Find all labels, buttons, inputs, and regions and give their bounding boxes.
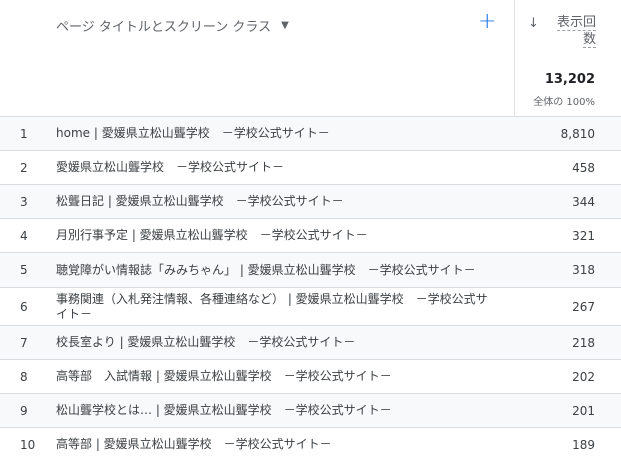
table-row[interactable]: 7 校長室より | 愛媛県立松山聾学校 －学校公式サイト－ 218 — [0, 325, 621, 359]
column-divider — [514, 0, 515, 116]
table-row[interactable]: 10 高等部 | 愛媛県立松山聾学校 －学校公式サイト－ 189 — [0, 427, 621, 461]
row-view-count: 318 — [572, 263, 595, 277]
row-page-title[interactable]: 愛媛県立松山聾学校 －学校公式サイト－ — [56, 160, 494, 175]
table-row[interactable]: 3 松聾日記 | 愛媛県立松山聾学校 －学校公式サイト－ 344 — [0, 184, 621, 218]
row-view-count: 267 — [572, 299, 595, 314]
row-index: 6 — [20, 299, 28, 314]
row-page-title[interactable]: home | 愛媛県立松山聾学校 －学校公式サイト－ — [56, 126, 494, 141]
row-page-title[interactable]: 月別行事予定 | 愛媛県立松山聾学校 －学校公式サイト－ — [56, 228, 494, 243]
row-page-title[interactable]: 高等部 入試情報 | 愛媛県立松山聾学校 －学校公式サイト－ — [56, 369, 494, 384]
row-index: 8 — [20, 369, 28, 384]
row-page-title[interactable]: 事務関連（入札発注情報、各種連絡など） | 愛媛県立松山聾学校 －学校公式サイト… — [56, 292, 494, 322]
table-body: 1 home | 愛媛県立松山聾学校 －学校公式サイト－ 8,810 2 愛媛県立松山聾… — [0, 116, 621, 461]
row-index: 9 — [20, 403, 28, 418]
row-index: 5 — [20, 263, 28, 277]
table-header: ページ タイトルとスクリーン クラス ▼ + ↓ 表示回 数 13,202 全体… — [0, 0, 621, 116]
metric-label: 表示回 数 — [552, 14, 596, 48]
row-index: 2 — [20, 160, 28, 175]
row-index: 4 — [20, 228, 28, 243]
row-view-count: 201 — [572, 403, 595, 418]
metric-total: 13,202 — [544, 72, 595, 87]
metric-label-line2: 数 — [582, 32, 596, 48]
metric-column-header[interactable]: ↓ 表示回 数 — [526, 14, 596, 54]
row-index: 3 — [20, 194, 28, 209]
row-view-count: 8,810 — [560, 126, 595, 141]
table-row[interactable]: 2 愛媛県立松山聾学校 －学校公式サイト－ 458 — [0, 150, 621, 184]
row-page-title[interactable]: 松山聾学校とは… | 愛媛県立松山聾学校 －学校公式サイト－ — [56, 403, 494, 418]
row-index: 10 — [20, 437, 36, 452]
row-view-count: 218 — [572, 335, 595, 350]
table-row[interactable]: 6 事務関連（入札発注情報、各種連絡など） | 愛媛県立松山聾学校 －学校公式サイ… — [0, 287, 621, 325]
metric-label-line1: 表示回 — [556, 15, 596, 31]
row-index: 1 — [20, 126, 28, 141]
plus-icon[interactable]: + — [478, 10, 496, 34]
dimension-label: ページ タイトルとスクリーン クラス — [56, 20, 272, 35]
row-view-count: 202 — [572, 369, 595, 384]
report-table: ページ タイトルとスクリーン クラス ▼ + ↓ 表示回 数 13,202 全体… — [0, 0, 621, 454]
row-view-count: 458 — [572, 160, 595, 175]
metric-total-percent: 全体の 100% — [533, 97, 595, 108]
row-view-count: 321 — [572, 228, 595, 243]
table-row[interactable]: 5 聴覚障がい情報誌「みみちゃん」 | 愛媛県立松山聾学校 －学校公式サイト－ 31… — [0, 252, 621, 287]
arrow-down-icon[interactable]: ↓ — [528, 16, 539, 31]
row-page-title[interactable]: 聴覚障がい情報誌「みみちゃん」 | 愛媛県立松山聾学校 －学校公式サイト－ — [56, 263, 494, 278]
caret-down-icon: ▼ — [281, 20, 289, 31]
table-row[interactable]: 4 月別行事予定 | 愛媛県立松山聾学校 －学校公式サイト－ 321 — [0, 218, 621, 252]
row-page-title[interactable]: 高等部 | 愛媛県立松山聾学校 －学校公式サイト－ — [56, 437, 494, 452]
row-index: 7 — [20, 335, 28, 350]
dimension-selector[interactable]: ページ タイトルとスクリーン クラス ▼ — [56, 16, 289, 35]
row-view-count: 189 — [572, 437, 595, 452]
row-page-title[interactable]: 校長室より | 愛媛県立松山聾学校 －学校公式サイト－ — [56, 335, 494, 350]
table-row[interactable]: 1 home | 愛媛県立松山聾学校 －学校公式サイト－ 8,810 — [0, 116, 621, 150]
row-view-count: 344 — [572, 194, 595, 209]
row-page-title[interactable]: 松聾日記 | 愛媛県立松山聾学校 －学校公式サイト－ — [56, 194, 494, 209]
table-row[interactable]: 9 松山聾学校とは… | 愛媛県立松山聾学校 －学校公式サイト－ 201 — [0, 393, 621, 427]
table-row[interactable]: 8 高等部 入試情報 | 愛媛県立松山聾学校 －学校公式サイト－ 202 — [0, 359, 621, 393]
